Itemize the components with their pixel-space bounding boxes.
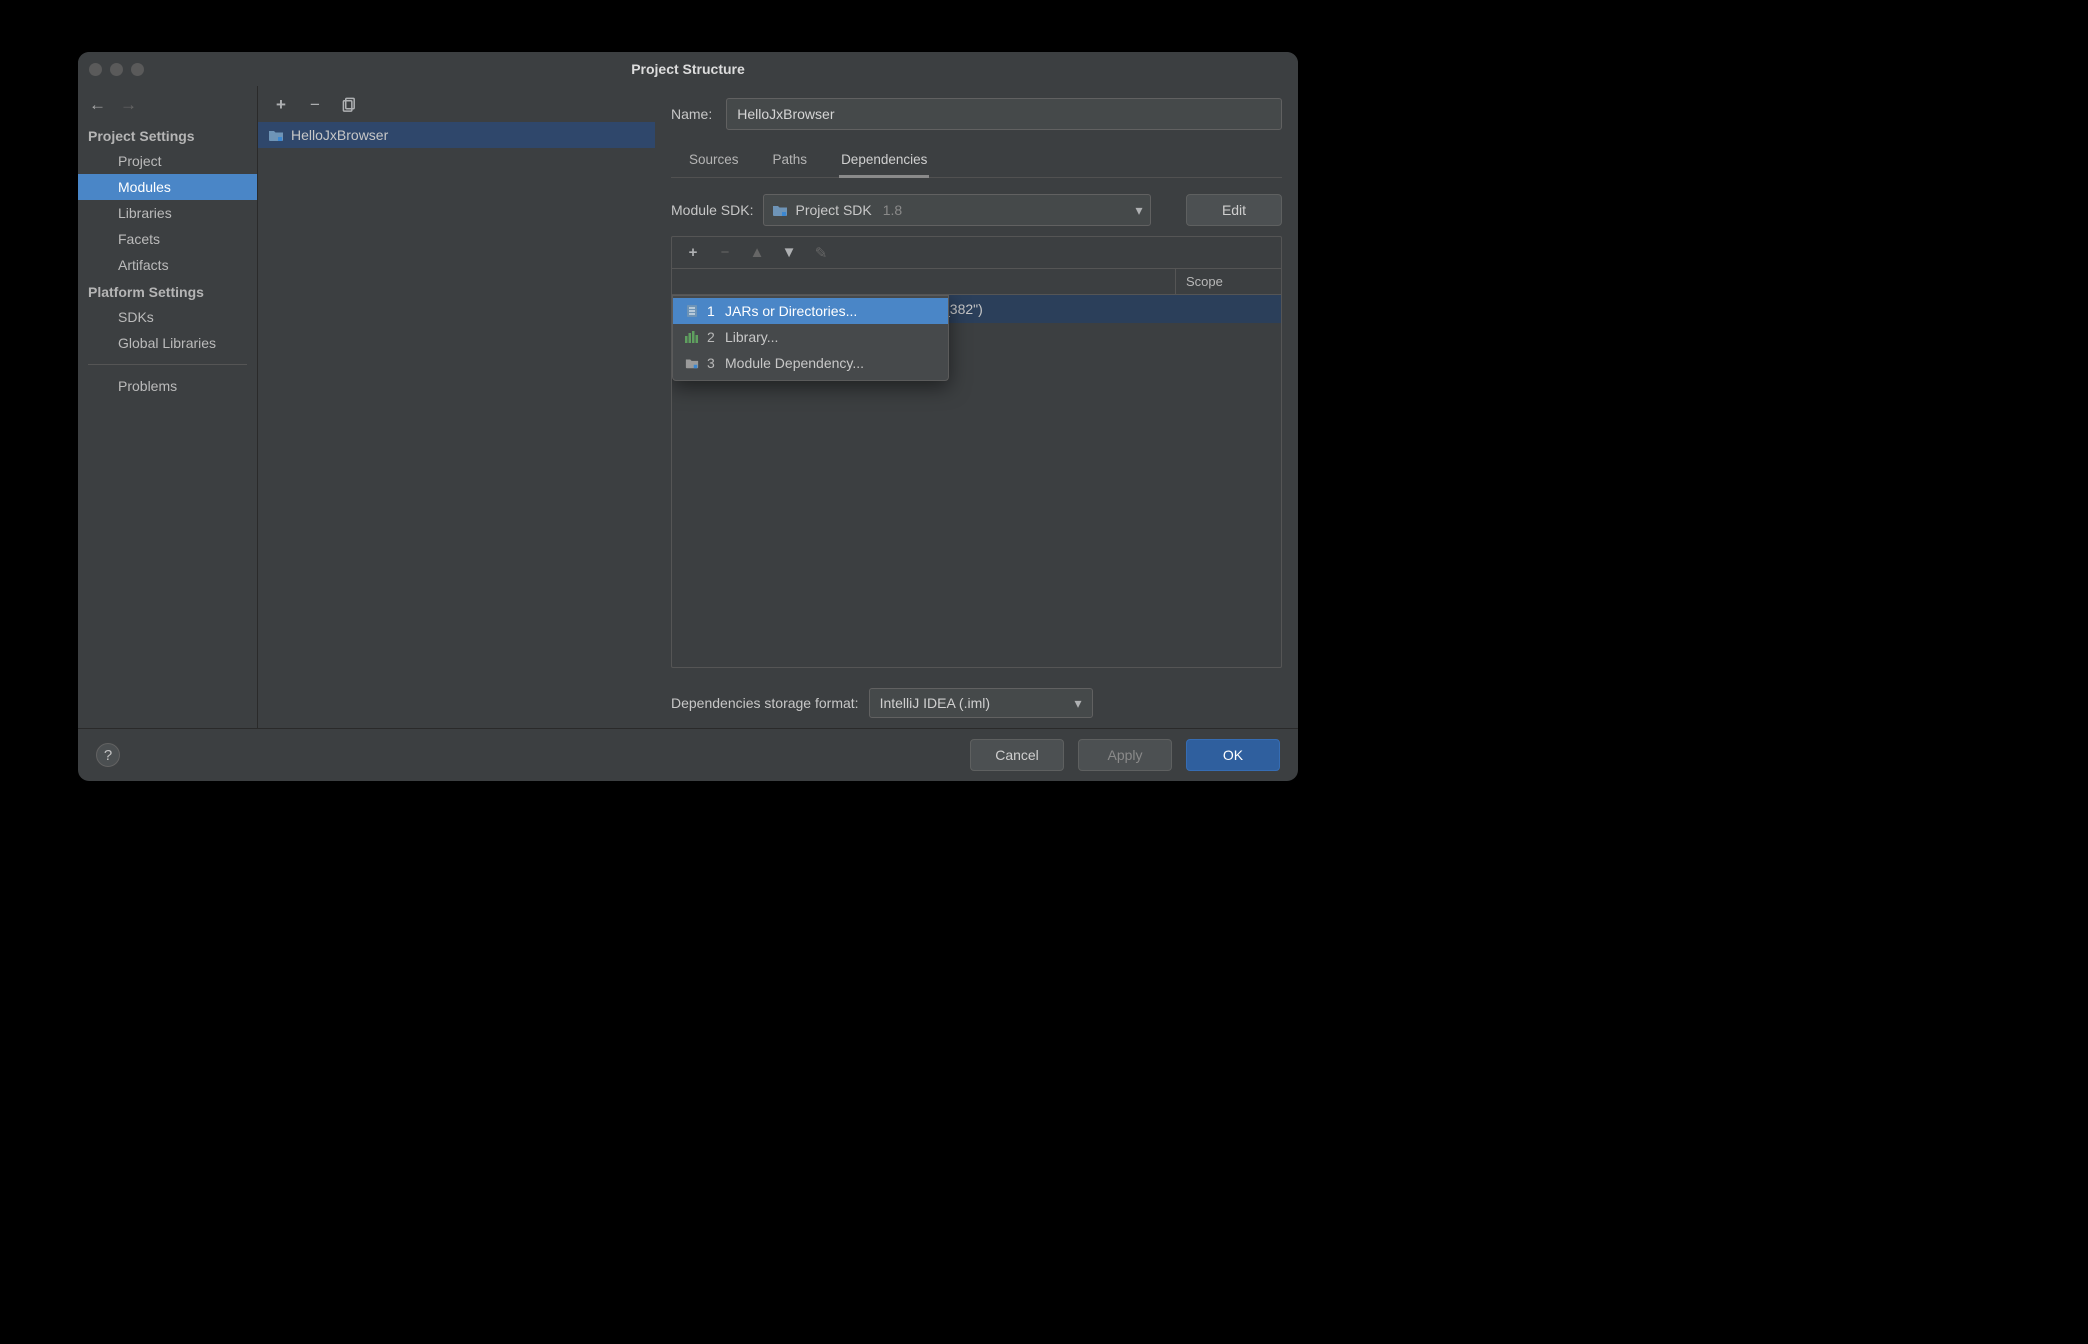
module-detail-panel: Name: Sources Paths Dependencies Module …	[655, 86, 1298, 728]
sidebar-divider	[88, 364, 247, 365]
module-name-label: HelloJxBrowser	[291, 127, 388, 143]
module-sdk-row: Module SDK: Project SDK 1.8 ▾ Edit	[671, 194, 1282, 226]
module-folder-icon	[268, 128, 284, 142]
modules-tree: HelloJxBrowser	[258, 122, 655, 728]
sidebar-heading-project-settings: Project Settings	[78, 122, 257, 148]
dependencies-table-header: Scope	[672, 269, 1281, 295]
scope-column-header: Scope	[1175, 269, 1281, 294]
close-window-button[interactable]	[89, 63, 102, 76]
add-dependency-icon[interactable]: +	[685, 244, 701, 261]
window-controls	[89, 52, 144, 86]
add-module-icon[interactable]: +	[272, 95, 290, 113]
module-name-input[interactable]	[726, 98, 1282, 130]
apply-button[interactable]: Apply	[1078, 739, 1172, 771]
move-up-icon[interactable]: ▲	[749, 244, 765, 261]
popup-item-label: JARs or Directories...	[725, 303, 857, 319]
dialog-footer: ? Cancel Apply OK	[78, 729, 1298, 781]
dependencies-area: + − ▲ ▼ ✎ Scope _382")	[671, 236, 1282, 668]
remove-dependency-icon[interactable]: −	[717, 244, 733, 261]
tab-paths[interactable]: Paths	[771, 146, 810, 177]
popup-item-number: 1	[707, 303, 717, 319]
library-icon	[685, 330, 699, 344]
tab-sources[interactable]: Sources	[687, 146, 741, 177]
remove-module-icon[interactable]: −	[306, 95, 324, 113]
add-dependency-popup: 1 JARs or Directories... 2 Library...	[672, 295, 949, 381]
edit-sdk-button[interactable]: Edit	[1186, 194, 1282, 226]
titlebar: Project Structure	[78, 52, 1298, 86]
sidebar-item-problems[interactable]: Problems	[78, 373, 257, 399]
sidebar-heading-platform-settings: Platform Settings	[78, 278, 257, 304]
sidebar-item-sdks[interactable]: SDKs	[78, 304, 257, 330]
module-tabs: Sources Paths Dependencies	[671, 146, 1282, 178]
storage-format-select[interactable]: IntelliJ IDEA (.iml) ▾	[869, 688, 1093, 718]
tab-dependencies[interactable]: Dependencies	[839, 146, 929, 177]
nav-history: ← →	[78, 86, 257, 122]
module-sdk-select[interactable]: Project SDK 1.8 ▾	[763, 194, 1151, 226]
cancel-button[interactable]: Cancel	[970, 739, 1064, 771]
sdk-version-label: 1.8	[883, 202, 902, 218]
sidebar-item-project[interactable]: Project	[78, 148, 257, 174]
popup-item-module-dependency[interactable]: 3 Module Dependency...	[673, 350, 948, 376]
chevron-down-icon: ▾	[1135, 202, 1142, 219]
ok-button[interactable]: OK	[1186, 739, 1280, 771]
modules-toolbar: + −	[258, 86, 655, 122]
module-icon	[685, 356, 699, 370]
module-tree-item[interactable]: HelloJxBrowser	[258, 122, 655, 148]
back-icon[interactable]: ←	[89, 96, 106, 113]
chevron-down-icon: ▾	[1075, 695, 1082, 712]
sdk-value-label: Project SDK	[795, 202, 871, 218]
settings-sidebar: ← → Project Settings Project Modules Lib…	[78, 86, 258, 728]
popup-item-label: Library...	[725, 329, 778, 345]
popup-item-number: 3	[707, 355, 717, 371]
popup-item-number: 2	[707, 329, 717, 345]
forward-icon[interactable]: →	[120, 96, 137, 113]
popup-item-label: Module Dependency...	[725, 355, 864, 371]
dependencies-table-body: _382") 1 JARs or Directories...	[672, 295, 1281, 667]
sdk-folder-icon	[772, 203, 788, 217]
zoom-window-button[interactable]	[131, 63, 144, 76]
popup-item-jars[interactable]: 1 JARs or Directories...	[673, 298, 948, 324]
sidebar-item-artifacts[interactable]: Artifacts	[78, 252, 257, 278]
sidebar-item-facets[interactable]: Facets	[78, 226, 257, 252]
project-structure-dialog: Project Structure ← → Project Settings P…	[78, 52, 1298, 781]
edit-dependency-icon[interactable]: ✎	[813, 244, 829, 262]
help-button[interactable]: ?	[96, 743, 120, 767]
sidebar-item-libraries[interactable]: Libraries	[78, 200, 257, 226]
dialog-content: ← → Project Settings Project Modules Lib…	[78, 86, 1298, 729]
sidebar-item-modules[interactable]: Modules	[78, 174, 257, 200]
dialog-title: Project Structure	[631, 61, 745, 77]
storage-format-row: Dependencies storage format: IntelliJ ID…	[671, 688, 1282, 718]
copy-module-icon[interactable]	[340, 95, 358, 113]
move-down-icon[interactable]: ▼	[781, 244, 797, 261]
name-label: Name:	[671, 106, 712, 122]
module-sdk-label: Module SDK:	[671, 202, 753, 218]
modules-tree-panel: + − HelloJxBrowser	[258, 86, 655, 728]
minimize-window-button[interactable]	[110, 63, 123, 76]
storage-format-label: Dependencies storage format:	[671, 695, 859, 711]
storage-format-value: IntelliJ IDEA (.iml)	[880, 695, 990, 711]
dependencies-toolbar: + − ▲ ▼ ✎	[672, 237, 1281, 269]
popup-item-library[interactable]: 2 Library...	[673, 324, 948, 350]
jar-icon	[685, 304, 699, 318]
sidebar-item-global-libraries[interactable]: Global Libraries	[78, 330, 257, 356]
module-name-row: Name:	[671, 98, 1282, 130]
